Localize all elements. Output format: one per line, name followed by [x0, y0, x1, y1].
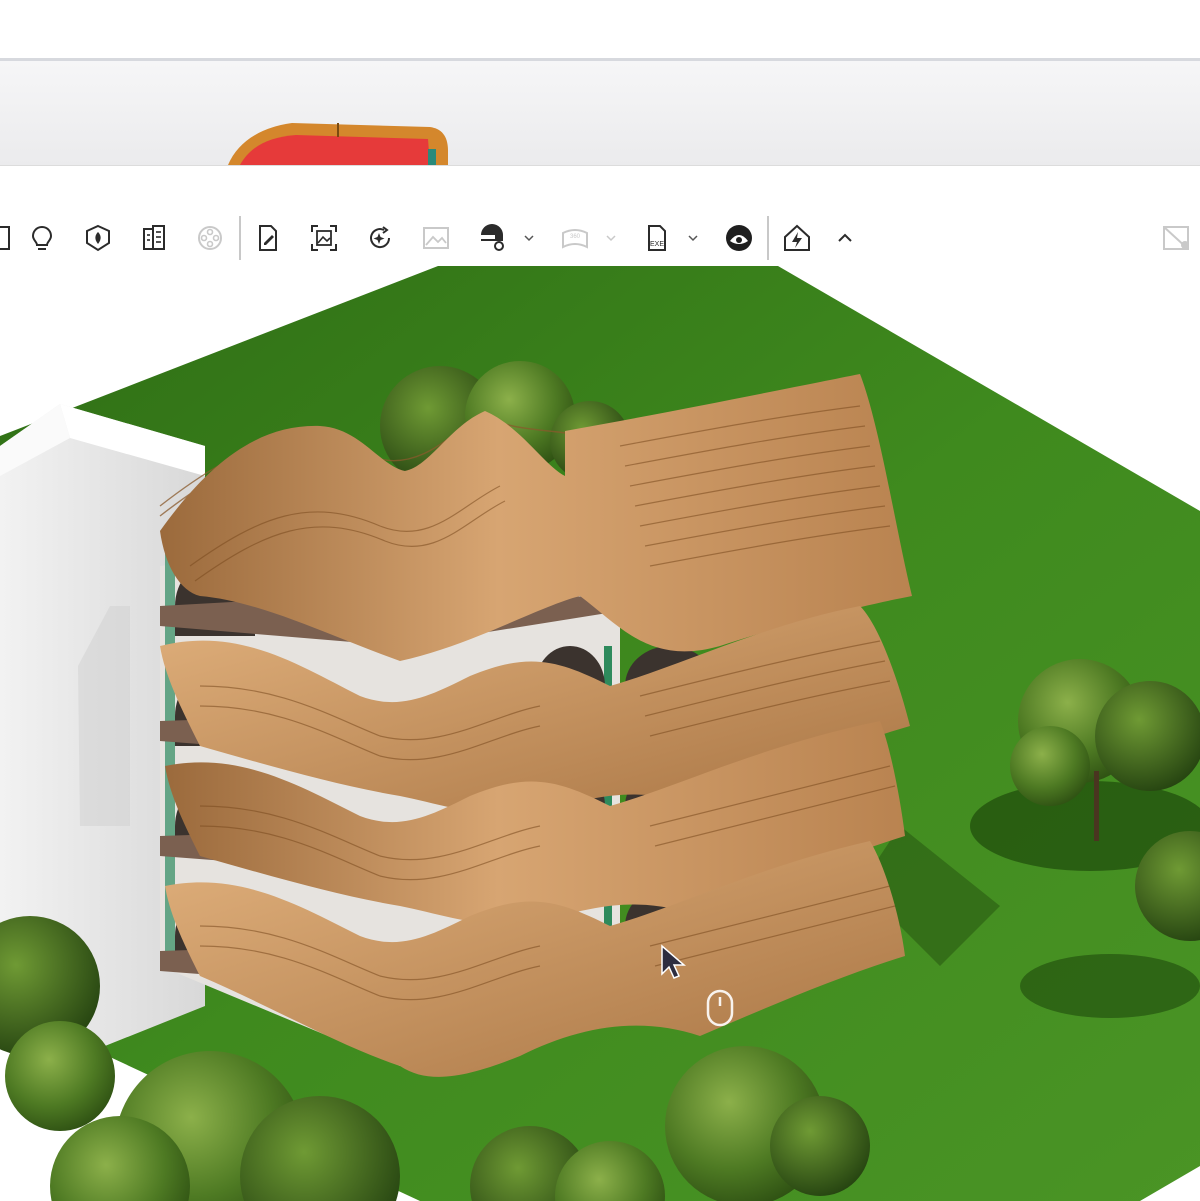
chevron-down-icon	[688, 235, 698, 242]
building-icon	[143, 225, 165, 250]
sparkle-refresh-icon	[370, 226, 391, 249]
ai-enhance-tool-button[interactable]	[360, 210, 400, 266]
house-power-icon	[784, 224, 810, 251]
building-tool-button[interactable]	[134, 210, 174, 266]
material-object-tool-button[interactable]	[78, 210, 118, 266]
panorama-tool-button[interactable]: 360	[555, 210, 595, 266]
chevron-down-icon	[606, 235, 616, 242]
animation-tool-button[interactable]	[190, 210, 230, 266]
door-icon	[0, 226, 10, 250]
video-settings-icon	[481, 224, 504, 251]
lighting-tool-button[interactable]	[22, 210, 62, 266]
collapse-toolbar-button[interactable]	[825, 210, 865, 266]
toolbar-separator	[767, 216, 769, 260]
background-window	[0, 61, 1200, 165]
screenshot-image-icon	[311, 225, 337, 251]
door-tool-button[interactable]	[0, 210, 20, 266]
image-off-icon	[1163, 226, 1189, 250]
panorama-label: 360	[570, 234, 581, 240]
document-edit-icon	[259, 225, 277, 251]
3d-render-viewport[interactable]	[0, 266, 1200, 1201]
exe-export-icon: EXE	[648, 225, 666, 251]
film-reel-icon	[198, 226, 222, 250]
chevron-up-icon	[838, 233, 852, 242]
export-dropdown[interactable]	[685, 210, 701, 266]
render-toolbar: 360 EXE	[0, 210, 1200, 266]
image-icon	[423, 227, 449, 249]
exe-label: EXE	[650, 241, 664, 248]
panorama-dropdown[interactable]	[603, 210, 619, 266]
vr-headset-icon	[726, 225, 752, 251]
render-window: 360 EXE	[0, 165, 1200, 1201]
architectural-render	[0, 266, 1200, 1201]
shield-object-icon	[86, 224, 110, 252]
video-settings-tool-button[interactable]	[472, 210, 512, 266]
background-window-model-preview	[228, 123, 448, 165]
image-off-tool-button[interactable]	[1156, 210, 1196, 266]
video-settings-dropdown[interactable]	[521, 210, 537, 266]
house-power-tool-button[interactable]	[777, 210, 817, 266]
lightbulb-icon	[31, 225, 53, 250]
export-exe-tool-button[interactable]: EXE	[637, 210, 677, 266]
document-edit-tool-button[interactable]	[248, 210, 288, 266]
chevron-down-icon	[524, 235, 534, 242]
screenshot-tool-button[interactable]	[304, 210, 344, 266]
browser-top-bar	[0, 0, 1200, 61]
toolbar-separator	[239, 216, 241, 260]
vr-tool-button[interactable]	[719, 210, 759, 266]
image-tool-button[interactable]	[416, 210, 456, 266]
panorama-360-icon: 360	[562, 229, 588, 249]
